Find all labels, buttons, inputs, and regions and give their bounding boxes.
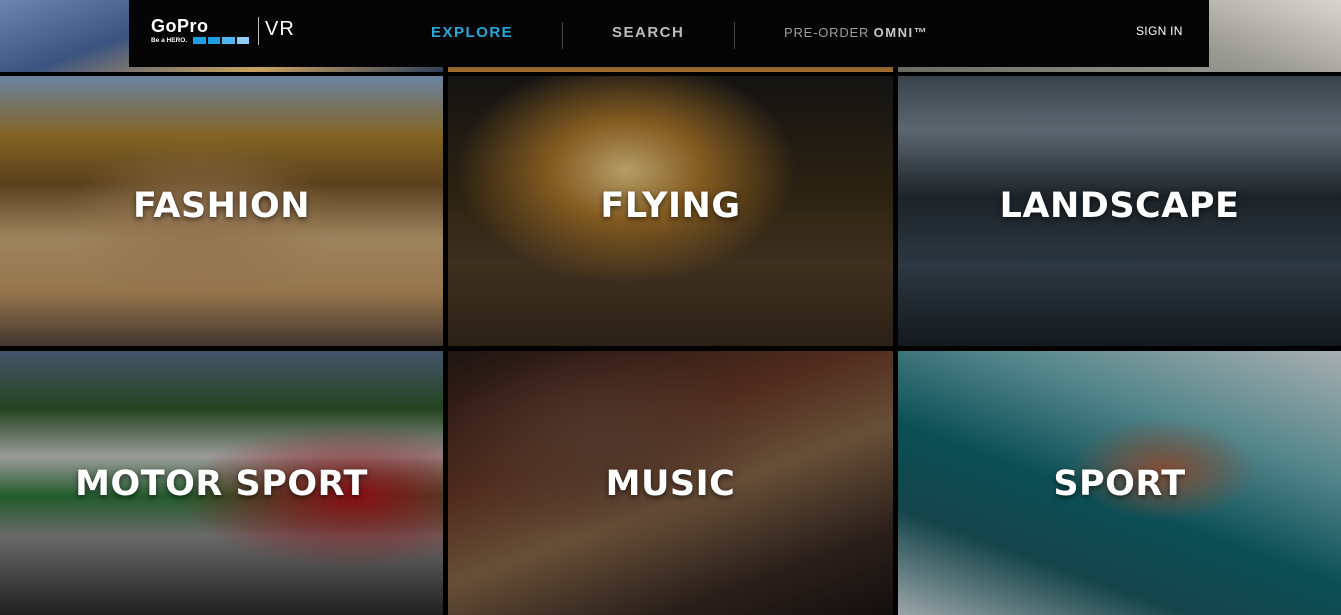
category-tile-sport[interactable]: SPORT [898,351,1341,615]
logo-color-bars [193,37,249,44]
tile-label: MUSIC [605,464,736,504]
nav-divider [734,22,735,49]
logo-vr-text: VR [265,18,295,40]
nav-preorder-omni[interactable]: PRE-ORDER OMNI™ [784,25,928,40]
tile-label: MOTOR SPORT [75,464,368,504]
gopro-vr-logo[interactable]: GoPro Be a HERO. VR [151,16,311,48]
category-tile-music[interactable]: MUSIC [448,351,893,615]
nav-divider [562,22,563,49]
logo-wordmark: GoPro [151,16,209,36]
category-tile-fashion[interactable]: FASHION [0,76,443,346]
preorder-product: OMNI™ [873,25,929,40]
logo-tagline: Be a HERO. [151,37,188,44]
site-header: GoPro Be a HERO. VR EXPLORE SEARCH PRE-O… [129,0,1209,67]
preorder-prefix: PRE-ORDER [784,25,870,40]
nav-search[interactable]: SEARCH [612,24,684,41]
nav-explore[interactable]: EXPLORE [431,24,513,41]
category-tile-motor-sport[interactable]: MOTOR SPORT [0,351,443,615]
category-tile-landscape[interactable]: LANDSCAPE [898,76,1341,346]
tile-label: LANDSCAPE [999,186,1240,226]
tile-label: FASHION [132,186,311,226]
logo-divider [258,17,259,45]
tile-label: SPORT [1053,464,1186,504]
sign-in-link[interactable]: SIGN IN [1136,24,1183,38]
category-tile-flying[interactable]: FLYING [448,76,893,346]
tile-label: FLYING [600,186,741,226]
